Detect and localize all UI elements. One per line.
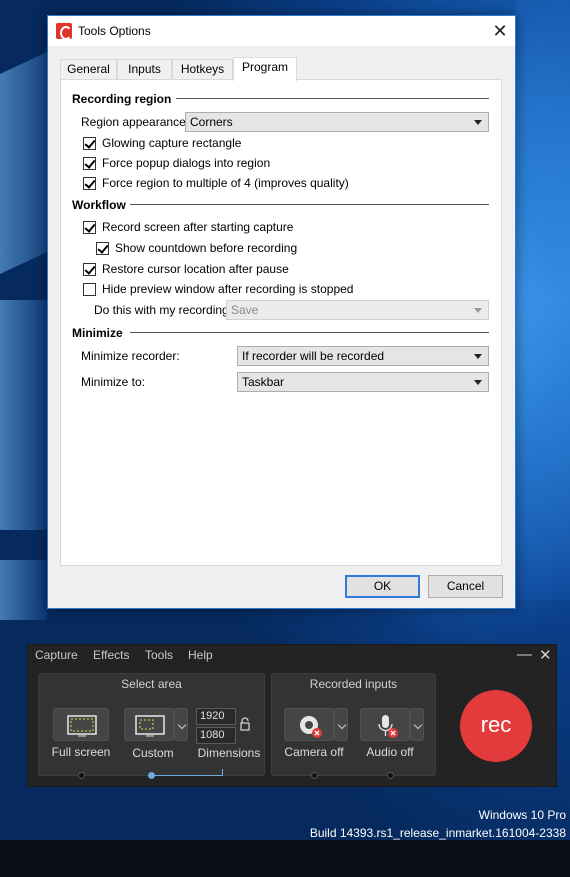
menu-effects[interactable]: Effects bbox=[93, 648, 129, 662]
checkbox-label: Force popup dialogs into region bbox=[102, 156, 271, 170]
checkbox-unchecked-icon bbox=[83, 282, 96, 296]
menu-help[interactable]: Help bbox=[188, 648, 213, 662]
divider bbox=[130, 332, 489, 333]
tab-inputs[interactable]: Inputs bbox=[117, 59, 172, 80]
connector-dot bbox=[387, 772, 394, 779]
chevron-down-icon bbox=[474, 308, 482, 313]
tab-program[interactable]: Program bbox=[233, 57, 297, 81]
audio-dropdown[interactable] bbox=[410, 708, 424, 741]
recorded-inputs-title: Recorded inputs bbox=[309, 677, 398, 691]
dimensions-label: Dimensions bbox=[197, 746, 261, 760]
checkbox-label: Glowing capture rectangle bbox=[102, 136, 242, 150]
os-name: Windows 10 Pro bbox=[478, 808, 566, 822]
checkbox-label: Force region to multiple of 4 (improves … bbox=[102, 176, 349, 190]
record-button[interactable]: rec bbox=[460, 690, 532, 762]
camera-dropdown[interactable] bbox=[334, 708, 348, 741]
region-appearance-value: Corners bbox=[190, 115, 233, 129]
custom-area-icon bbox=[135, 715, 165, 737]
tab-general[interactable]: General bbox=[60, 59, 117, 80]
microphone-off-icon bbox=[378, 715, 398, 738]
recorded-inputs-group: Recorded inputs Camera off Audio off bbox=[271, 673, 436, 776]
select-area-title: Select area bbox=[121, 677, 182, 691]
custom-area-button[interactable] bbox=[124, 708, 174, 741]
checkbox-checked-icon bbox=[83, 262, 96, 276]
cancel-button[interactable]: Cancel bbox=[428, 575, 503, 598]
hide-preview-checkbox[interactable]: Hide preview window after recording is s… bbox=[83, 281, 353, 297]
full-screen-label: Full screen bbox=[51, 745, 111, 759]
full-screen-button[interactable] bbox=[53, 708, 109, 741]
minimize-icon[interactable]: — bbox=[517, 646, 532, 663]
camtasia-logo-icon bbox=[56, 23, 72, 40]
region-appearance-select[interactable]: Corners bbox=[185, 112, 489, 132]
audio-label: Audio off bbox=[366, 745, 414, 759]
select-area-group: Select area Full screen Custom 1920 1080… bbox=[38, 673, 265, 776]
chevron-down-icon bbox=[474, 380, 482, 385]
section-workflow: Workflow bbox=[72, 198, 126, 212]
force-popup-checkbox[interactable]: Force popup dialogs into region bbox=[83, 155, 270, 171]
divider bbox=[176, 98, 489, 99]
checkbox-checked-icon bbox=[83, 156, 96, 170]
do-this-label: Do this with my recording: bbox=[94, 303, 233, 317]
connector-dot bbox=[311, 772, 318, 779]
section-recording-region: Recording region bbox=[72, 92, 172, 106]
checkbox-checked-icon bbox=[83, 220, 96, 234]
checkbox-checked-icon bbox=[96, 241, 109, 255]
record-after-start-checkbox[interactable]: Record screen after starting capture bbox=[83, 219, 293, 235]
section-minimize: Minimize bbox=[72, 326, 123, 340]
camera-label: Camera off bbox=[284, 745, 344, 759]
audio-button[interactable] bbox=[360, 708, 410, 741]
glowing-rectangle-checkbox[interactable]: Glowing capture rectangle bbox=[83, 135, 241, 151]
tab-hotkeys[interactable]: Hotkeys bbox=[172, 59, 233, 80]
checkbox-checked-icon bbox=[83, 136, 96, 150]
connector-dot bbox=[78, 772, 85, 779]
close-icon[interactable]: ✕ bbox=[485, 16, 515, 46]
checkbox-label: Restore cursor location after pause bbox=[102, 262, 289, 276]
program-panel bbox=[60, 79, 502, 566]
title-bar[interactable]: Tools Options ✕ bbox=[48, 16, 515, 46]
camera-off-icon bbox=[300, 716, 322, 738]
close-icon[interactable]: ✕ bbox=[539, 646, 552, 664]
minimize-recorder-label: Minimize recorder: bbox=[81, 349, 180, 363]
os-build: Build 14393.rs1_release_inmarket.161004-… bbox=[309, 826, 566, 840]
light-beam bbox=[516, 0, 570, 600]
minimize-recorder-select[interactable]: If recorder will be recorded bbox=[237, 346, 489, 366]
checkbox-label: Record screen after starting capture bbox=[102, 220, 294, 234]
checkbox-checked-icon bbox=[83, 176, 96, 190]
height-input[interactable]: 1080 bbox=[196, 727, 236, 744]
light-beam bbox=[0, 300, 50, 530]
connector-line bbox=[222, 769, 223, 776]
do-this-select: Save bbox=[226, 300, 489, 320]
tools-options-dialog: Tools Options ✕ General Inputs Hotkeys P… bbox=[47, 15, 516, 609]
full-screen-icon bbox=[67, 715, 97, 737]
custom-label: Custom bbox=[132, 746, 174, 760]
minimize-to-label: Minimize to: bbox=[81, 375, 146, 389]
region-appearance-label: Region appearance: bbox=[81, 115, 190, 129]
restore-cursor-checkbox[interactable]: Restore cursor location after pause bbox=[83, 261, 289, 277]
ok-button[interactable]: OK bbox=[345, 575, 420, 598]
width-input[interactable]: 1920 bbox=[196, 708, 236, 725]
minimize-to-value: Taskbar bbox=[242, 375, 285, 389]
dialog-title: Tools Options bbox=[78, 24, 151, 38]
recorder-toolbar: Capture Effects Tools Help — ✕ Select ar… bbox=[27, 644, 557, 787]
menu-capture[interactable]: Capture bbox=[35, 648, 78, 662]
divider bbox=[130, 204, 489, 205]
chevron-down-icon bbox=[474, 354, 482, 359]
chevron-down-icon bbox=[474, 120, 482, 125]
checkbox-label: Hide preview window after recording is s… bbox=[102, 282, 354, 296]
minimize-recorder-value: If recorder will be recorded bbox=[242, 349, 385, 363]
light-beam bbox=[0, 560, 47, 620]
checkbox-label: Show countdown before recording bbox=[115, 241, 298, 255]
custom-area-dropdown[interactable] bbox=[174, 708, 188, 741]
menu-tools[interactable]: Tools bbox=[145, 648, 173, 662]
camera-button[interactable] bbox=[284, 708, 334, 741]
taskbar[interactable] bbox=[0, 840, 570, 877]
do-this-value: Save bbox=[231, 303, 259, 317]
show-countdown-checkbox[interactable]: Show countdown before recording bbox=[96, 240, 297, 256]
force-multiple-of-4-checkbox[interactable]: Force region to multiple of 4 (improves … bbox=[83, 175, 349, 191]
minimize-to-select[interactable]: Taskbar bbox=[237, 372, 489, 392]
connector-line bbox=[154, 775, 222, 776]
lock-icon[interactable] bbox=[239, 717, 251, 731]
